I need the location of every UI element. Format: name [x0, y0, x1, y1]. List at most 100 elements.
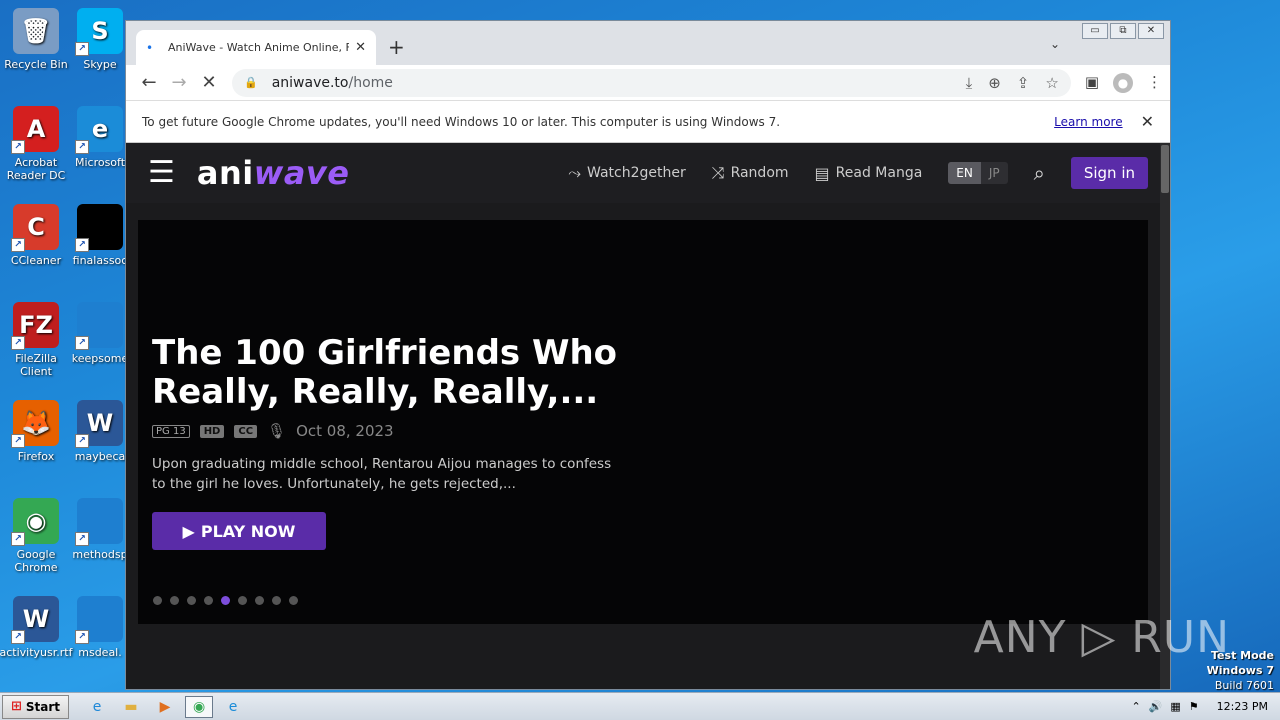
- profile-avatar-icon[interactable]: ●: [1113, 72, 1133, 93]
- slider-dot[interactable]: [289, 596, 298, 605]
- slider-dots: [153, 596, 298, 605]
- shortcut-arrow-icon: ↗: [11, 630, 25, 644]
- play-icon: ▶: [182, 521, 195, 541]
- slider-dot[interactable]: [153, 596, 162, 605]
- hero-meta: PG 13 HD CC 🎙 Oct 08, 2023: [152, 422, 394, 440]
- show-hidden-icons-icon[interactable]: ⌃: [1131, 700, 1140, 713]
- edge-icon: e ↗: [75, 106, 123, 154]
- nav-watch2gether[interactable]: ⤳ Watch2gether: [568, 163, 686, 183]
- recycle-bin-icon: 🗑: [13, 8, 59, 54]
- address-bar[interactable]: 🔒 aniwave.to/home ⤓ ⊕ ⇪ ☆: [232, 68, 1071, 97]
- stop-loading-button[interactable]: ✕: [194, 72, 224, 93]
- chrome-menu-icon[interactable]: ⋮: [1147, 73, 1162, 93]
- infobar-close-icon[interactable]: ✕: [1141, 112, 1154, 131]
- release-date: Oct 08, 2023: [296, 422, 394, 440]
- anyrun-watermark: ANY ▷ RUN: [973, 612, 1230, 663]
- shortcut-arrow-icon: ↗: [11, 336, 25, 350]
- zoom-icon[interactable]: ⊕: [988, 74, 1001, 92]
- share-icon[interactable]: ⇪: [1017, 74, 1030, 92]
- tab-title: AniWave - Watch Anime Online, Free: [168, 41, 350, 54]
- watch2gether-icon: ⤳: [568, 163, 582, 182]
- skype-icon: S ↗: [75, 8, 123, 56]
- volume-icon[interactable]: 🔊: [1149, 700, 1163, 713]
- sign-in-button[interactable]: Sign in: [1070, 157, 1148, 189]
- tab-close-icon[interactable]: ✕: [355, 40, 366, 55]
- tab-bar: • AniWave - Watch Anime Online, Free ✕ +…: [126, 21, 1170, 65]
- shortcut-arrow-icon: ↗: [75, 140, 89, 154]
- search-icon[interactable]: ⌕: [1034, 161, 1045, 185]
- ccleaner-icon: C ↗: [11, 204, 59, 252]
- rating-badge: PG 13: [152, 424, 190, 438]
- play-label: PLAY NOW: [200, 521, 296, 541]
- shortcut-arrow-icon: ↗: [11, 434, 25, 448]
- random-icon: ⤨: [711, 163, 725, 182]
- media-player-icon[interactable]: ▶: [151, 696, 179, 718]
- lang-en[interactable]: EN: [948, 162, 981, 184]
- taskbar-apps: e ▬ ▶ ◉ e: [83, 695, 247, 718]
- install-icon[interactable]: ⤓: [966, 74, 973, 92]
- tab-search-icon[interactable]: ⌄: [1050, 37, 1060, 51]
- nav-random[interactable]: ⤨ Random: [712, 163, 789, 183]
- hero-title[interactable]: The 100 Girlfriends Who Really, Really, …: [152, 334, 652, 412]
- cc-badge: CC: [234, 424, 258, 438]
- slider-dot[interactable]: [272, 596, 281, 605]
- hamburger-menu-icon[interactable]: ☰: [148, 158, 175, 188]
- shortcut-arrow-icon: ↗: [11, 140, 25, 154]
- page-scrollbar[interactable]: [1160, 143, 1170, 689]
- infobar-message: To get future Google Chrome updates, you…: [142, 114, 781, 129]
- shortcut-arrow-icon: ↗: [75, 42, 89, 56]
- blank-file-icon: ↗: [75, 302, 123, 350]
- nav-label: Read Manga: [835, 165, 923, 181]
- ie-icon[interactable]: e: [83, 696, 111, 718]
- action-center-flag-icon[interactable]: ⚑: [1189, 700, 1199, 713]
- edge-taskbar-icon[interactable]: e: [219, 696, 247, 718]
- learn-more-link[interactable]: Learn more: [1054, 115, 1122, 129]
- nav-label: Random: [730, 165, 789, 181]
- chrome-taskbar-icon[interactable]: ◉: [185, 695, 214, 718]
- test-mode-label: Test Mode Windows 7 Build 7601: [1207, 648, 1274, 693]
- browser-tab[interactable]: • AniWave - Watch Anime Online, Free ✕: [136, 30, 376, 65]
- scrollbar-thumb[interactable]: [1161, 145, 1169, 193]
- shortcut-arrow-icon: ↗: [75, 336, 89, 350]
- slider-dot[interactable]: [238, 596, 247, 605]
- slider-dot[interactable]: [221, 596, 230, 605]
- url-host: aniwave.to: [271, 74, 349, 91]
- slider-dot[interactable]: [255, 596, 264, 605]
- build-line: Build 7601: [1214, 679, 1274, 692]
- new-tab-button[interactable]: +: [388, 35, 405, 59]
- word-doc-icon: W ↗: [75, 400, 123, 448]
- manga-icon: ▤: [814, 163, 830, 183]
- start-button[interactable]: ⊞ Start: [2, 694, 70, 719]
- language-toggle[interactable]: EN JP: [948, 162, 1008, 184]
- logo-text-wave: wave: [253, 154, 350, 192]
- shortcut-arrow-icon: ↗: [75, 238, 89, 252]
- clock[interactable]: 12:23 PM: [1217, 700, 1268, 713]
- slider-dot[interactable]: [170, 596, 179, 605]
- windows-version-line: Windows 7: [1206, 664, 1274, 677]
- network-icon[interactable]: ▦: [1170, 700, 1180, 713]
- side-panel-icon[interactable]: ▣: [1085, 73, 1099, 93]
- slider-dot[interactable]: [204, 596, 213, 605]
- slider-dot[interactable]: [187, 596, 196, 605]
- microphone-icon: 🎙: [267, 422, 287, 440]
- play-now-button[interactable]: ▶ PLAY NOW: [152, 512, 326, 550]
- lock-icon[interactable]: 🔒: [244, 76, 258, 89]
- forward-button[interactable]: →: [164, 72, 194, 93]
- shortcut-arrow-icon: ↗: [11, 238, 25, 252]
- logo-text-ani: ani: [196, 154, 254, 192]
- explorer-icon[interactable]: ▬: [117, 696, 145, 718]
- chrome-icon: ◉ ↗: [11, 498, 59, 546]
- hero-slider: The 100 Girlfriends Who Really, Really, …: [138, 220, 1148, 624]
- nav-label: Watch2gether: [587, 165, 686, 181]
- lang-jp[interactable]: JP: [981, 162, 1008, 184]
- taskbar: ⊞ Start e ▬ ▶ ◉ e ⌃ 🔊 ▦ ⚑ 12:23 PM: [0, 692, 1280, 720]
- filezilla-icon: FZ ↗: [11, 302, 59, 350]
- bookmark-star-icon[interactable]: ☆: [1045, 74, 1058, 92]
- back-button[interactable]: ←: [134, 72, 164, 93]
- test-mode-line: Test Mode: [1211, 649, 1274, 662]
- aniwave-logo[interactable]: aniwave: [197, 154, 350, 192]
- hero-description: Upon graduating middle school, Rentarou …: [152, 456, 612, 492]
- windows-logo-icon: ⊞: [11, 699, 22, 714]
- nav-read-manga[interactable]: ▤ Read Manga: [815, 164, 923, 183]
- acrobat-icon: A ↗: [11, 106, 59, 154]
